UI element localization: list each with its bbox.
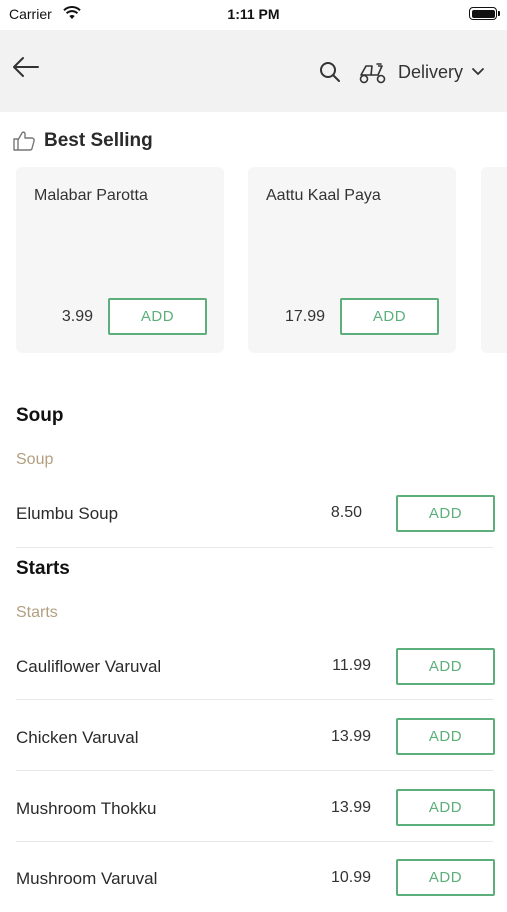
- menu-item-price: 13.99: [330, 728, 371, 745]
- add-button[interactable]: ADD: [396, 789, 495, 826]
- search-icon: [320, 62, 340, 82]
- add-button[interactable]: ADD: [108, 298, 207, 335]
- clock: 1:11 PM: [227, 6, 280, 22]
- delivery-selector[interactable]: Delivery: [358, 58, 485, 86]
- product-name: Aattu Kaal Paya: [266, 187, 381, 204]
- battery-icon: [469, 7, 500, 20]
- product-card-partial[interactable]: [481, 167, 507, 353]
- add-button[interactable]: ADD: [340, 298, 439, 335]
- scooter-icon: [359, 63, 386, 84]
- menu-item-row[interactable]: Chicken Varuval 13.99 ADD: [0, 701, 507, 771]
- menu-item-name: Cauliflower Varuval: [16, 657, 162, 676]
- thumbs-up-icon: [13, 131, 35, 151]
- back-button[interactable]: [10, 55, 46, 87]
- section-subtitle-starts: Starts: [16, 604, 58, 621]
- product-price: 3.99: [61, 308, 93, 325]
- section-title-starts: Starts: [16, 558, 70, 579]
- delivery-label: Delivery: [398, 61, 464, 82]
- menu-item-price: 10.99: [330, 869, 371, 886]
- section-subtitle-soup: Soup: [16, 451, 54, 468]
- best-selling-header: Best Selling: [12, 130, 153, 152]
- menu-item-name: Elumbu Soup: [16, 504, 119, 523]
- status-bar: Carrier 1:11 PM: [0, 0, 507, 30]
- divider: [16, 770, 493, 771]
- menu-item-price: 8.50: [330, 504, 362, 521]
- menu-item-name: Mushroom Thokku: [16, 799, 157, 818]
- section-title-soup: Soup: [16, 405, 64, 426]
- add-button[interactable]: ADD: [396, 859, 495, 896]
- add-button[interactable]: ADD: [396, 718, 495, 755]
- menu-item-price: 11.99: [332, 657, 371, 674]
- product-card[interactable]: Malabar Parotta 3.99 ADD: [16, 167, 224, 353]
- product-card[interactable]: Aattu Kaal Paya 17.99 ADD: [248, 167, 456, 353]
- divider: [16, 699, 493, 700]
- menu-item-row[interactable]: Elumbu Soup 8.50 ADD: [0, 478, 507, 548]
- back-arrow-icon: [13, 57, 39, 77]
- menu-item-row[interactable]: Mushroom Varuval 10.99 ADD: [0, 842, 507, 912]
- divider: [16, 547, 493, 548]
- add-button[interactable]: ADD: [396, 648, 495, 685]
- menu-item-row[interactable]: Cauliflower Varuval 11.99 ADD: [0, 630, 507, 700]
- menu-item-name: Mushroom Varuval: [16, 869, 158, 888]
- best-selling-title: Best Selling: [44, 130, 153, 151]
- search-button[interactable]: [318, 60, 342, 84]
- product-price: 17.99: [284, 308, 325, 325]
- navbar: Delivery: [0, 30, 507, 112]
- product-name: Malabar Parotta: [34, 187, 148, 204]
- menu-item-name: Chicken Varuval: [16, 728, 139, 747]
- add-button[interactable]: ADD: [396, 495, 495, 532]
- menu-item-price: 13.99: [330, 799, 371, 816]
- menu-item-row[interactable]: Mushroom Thokku 13.99 ADD: [0, 772, 507, 842]
- chevron-down-icon: [472, 68, 484, 75]
